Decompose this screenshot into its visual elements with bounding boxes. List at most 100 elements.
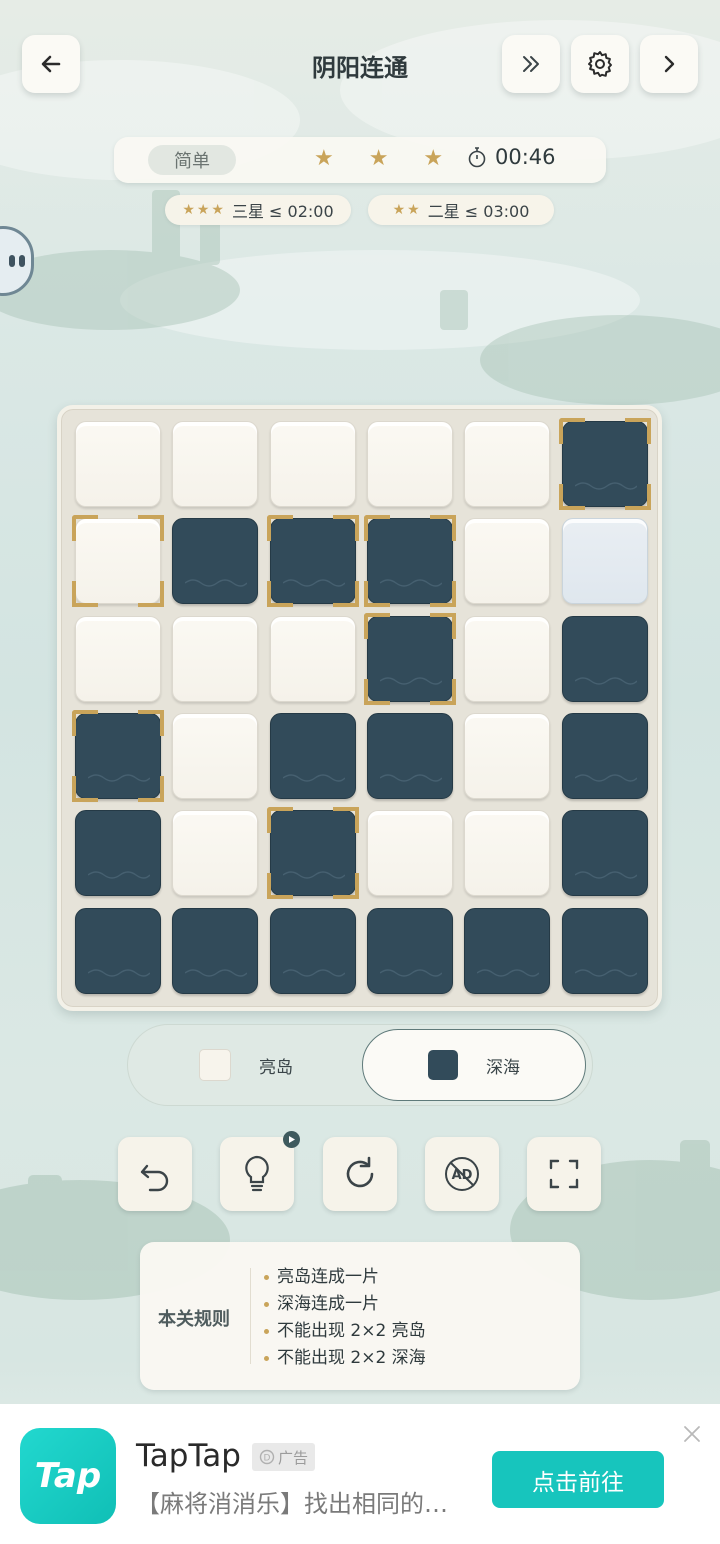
fixed-corner-marker bbox=[266, 515, 293, 542]
fixed-corner-marker bbox=[363, 515, 390, 542]
light-island-option[interactable]: 亮岛 bbox=[134, 1029, 358, 1101]
board-cell-2-3[interactable] bbox=[363, 612, 456, 705]
board-cell-5-4[interactable] bbox=[464, 907, 551, 994]
wave-icon bbox=[379, 774, 442, 782]
board-cell-4-0[interactable] bbox=[75, 810, 161, 897]
board-cell-3-4[interactable] bbox=[464, 712, 551, 799]
close-icon[interactable] bbox=[680, 1422, 704, 1446]
fixed-corner-marker bbox=[266, 807, 293, 834]
fixed-corner-marker bbox=[363, 678, 390, 705]
board-cell-5-2[interactable] bbox=[269, 907, 356, 994]
two-star-goal: ★★ 二星 ≤ 03:00 bbox=[368, 195, 554, 225]
board-cell-3-3[interactable] bbox=[366, 712, 453, 799]
stopwatch-icon bbox=[468, 147, 486, 168]
chevron-right-icon bbox=[664, 55, 675, 73]
restart-button[interactable] bbox=[323, 1137, 397, 1211]
board-cell-2-4[interactable] bbox=[464, 615, 551, 702]
board-cell-0-1[interactable] bbox=[172, 421, 259, 507]
rule-text: 不能出现 2×2 亮岛 bbox=[277, 1321, 426, 1341]
board-cell-3-0[interactable] bbox=[72, 709, 164, 802]
lightbulb-icon bbox=[245, 1155, 269, 1192]
board-cell-1-5[interactable] bbox=[561, 518, 648, 605]
board-cell-4-3[interactable] bbox=[366, 810, 453, 897]
board-cell-3-2[interactable] bbox=[269, 712, 356, 799]
timer-value: 00:46 bbox=[495, 145, 556, 169]
svg-text:D: D bbox=[264, 1454, 271, 1464]
wave-icon bbox=[282, 774, 345, 782]
board-cell-0-4[interactable] bbox=[464, 421, 551, 507]
board-cell-4-5[interactable] bbox=[561, 810, 648, 897]
fixed-corner-marker bbox=[363, 581, 390, 608]
board-cell-4-2[interactable] bbox=[266, 807, 359, 900]
board-cell-3-1[interactable] bbox=[172, 712, 259, 799]
board-cell-1-0[interactable] bbox=[72, 515, 164, 608]
wave-icon bbox=[88, 968, 150, 977]
rule-item: 亮岛连成一片 bbox=[264, 1264, 426, 1291]
board-cell-5-1[interactable] bbox=[172, 907, 259, 994]
assistant-eye-left bbox=[9, 255, 15, 267]
two-star-icons: ★★ bbox=[392, 202, 422, 218]
rules-list: 亮岛连成一片 深海连成一片 不能出现 2×2 亮岛 不能出现 2×2 深海 bbox=[264, 1264, 426, 1372]
star-rating: ★ ★ ★ bbox=[314, 146, 458, 171]
skip-button[interactable] bbox=[502, 35, 560, 93]
fixed-corner-marker bbox=[624, 484, 651, 510]
wave-icon bbox=[574, 871, 637, 879]
fixed-corner-marker bbox=[332, 515, 359, 542]
fullscreen-button[interactable] bbox=[527, 1137, 601, 1211]
rule-item: 深海连成一片 bbox=[264, 1291, 426, 1318]
ad-cta-button[interactable]: 点击前往 bbox=[492, 1451, 664, 1508]
board-cell-5-0[interactable] bbox=[75, 907, 161, 994]
fixed-corner-marker bbox=[332, 807, 359, 834]
board-cell-0-0[interactable] bbox=[75, 421, 161, 507]
fullscreen-icon bbox=[549, 1159, 579, 1189]
restart-icon bbox=[346, 1156, 374, 1188]
fixed-corner-marker bbox=[558, 418, 585, 444]
board-cell-4-1[interactable] bbox=[172, 810, 259, 897]
board-cell-0-2[interactable] bbox=[269, 421, 356, 507]
board-cell-1-1[interactable] bbox=[172, 518, 259, 605]
board-cell-2-2[interactable] bbox=[269, 615, 356, 702]
board-cell-5-5[interactable] bbox=[561, 907, 648, 994]
ad-banner[interactable]: Tap TapTap D 广告 【麻将消消乐】找出相同的麻将牌 点击前往 bbox=[0, 1404, 720, 1544]
no-ads-button[interactable]: AD bbox=[425, 1137, 499, 1211]
dark-option-label: 深海 bbox=[486, 1057, 520, 1078]
board-cell-2-1[interactable] bbox=[172, 615, 259, 702]
fixed-corner-marker bbox=[429, 515, 456, 542]
board-cell-4-4[interactable] bbox=[464, 810, 551, 897]
ad-mark-icon: D bbox=[259, 1449, 275, 1465]
rules-divider bbox=[250, 1268, 251, 1364]
rule-text: 不能出现 2×2 深海 bbox=[277, 1348, 426, 1368]
undo-icon bbox=[140, 1164, 169, 1192]
bullet-icon bbox=[264, 1329, 269, 1334]
rules-card: 本关规则 亮岛连成一片 深海连成一片 不能出现 2×2 亮岛 不能出现 2×2 … bbox=[140, 1242, 580, 1390]
wave-icon bbox=[477, 968, 540, 977]
board-cell-5-3[interactable] bbox=[366, 907, 453, 994]
video-ad-badge bbox=[283, 1131, 300, 1148]
settings-button[interactable] bbox=[571, 35, 629, 93]
board-cell-2-5[interactable] bbox=[561, 615, 648, 702]
board-cell-1-3[interactable] bbox=[363, 515, 456, 608]
fixed-corner-marker bbox=[72, 709, 98, 736]
fixed-corner-marker bbox=[429, 678, 456, 705]
color-selector: 亮岛 深海 bbox=[127, 1024, 593, 1106]
board-cell-3-5[interactable] bbox=[561, 712, 648, 799]
deep-sea-option[interactable]: 深海 bbox=[362, 1029, 586, 1101]
board-cell-2-0[interactable] bbox=[75, 615, 161, 702]
board-cell-1-2[interactable] bbox=[266, 515, 359, 608]
puzzle-board bbox=[57, 405, 662, 1011]
board-cell-0-3[interactable] bbox=[366, 421, 453, 507]
wave-icon bbox=[574, 676, 637, 685]
fixed-corner-marker bbox=[266, 581, 293, 608]
board-cell-0-5[interactable] bbox=[558, 418, 651, 510]
board-cell-1-4[interactable] bbox=[464, 518, 551, 605]
gear-icon bbox=[588, 51, 612, 77]
next-level-button[interactable] bbox=[640, 35, 698, 93]
hint-button[interactable] bbox=[220, 1131, 300, 1211]
assistant-eye-right bbox=[19, 255, 25, 267]
undo-button[interactable] bbox=[118, 1137, 192, 1211]
fixed-corner-marker bbox=[332, 581, 359, 608]
three-star-goal: ★★★ 三星 ≤ 02:00 bbox=[165, 195, 351, 225]
fixed-corner-marker bbox=[138, 709, 164, 736]
fixed-corner-marker bbox=[72, 581, 98, 608]
bullet-icon bbox=[264, 1356, 269, 1361]
